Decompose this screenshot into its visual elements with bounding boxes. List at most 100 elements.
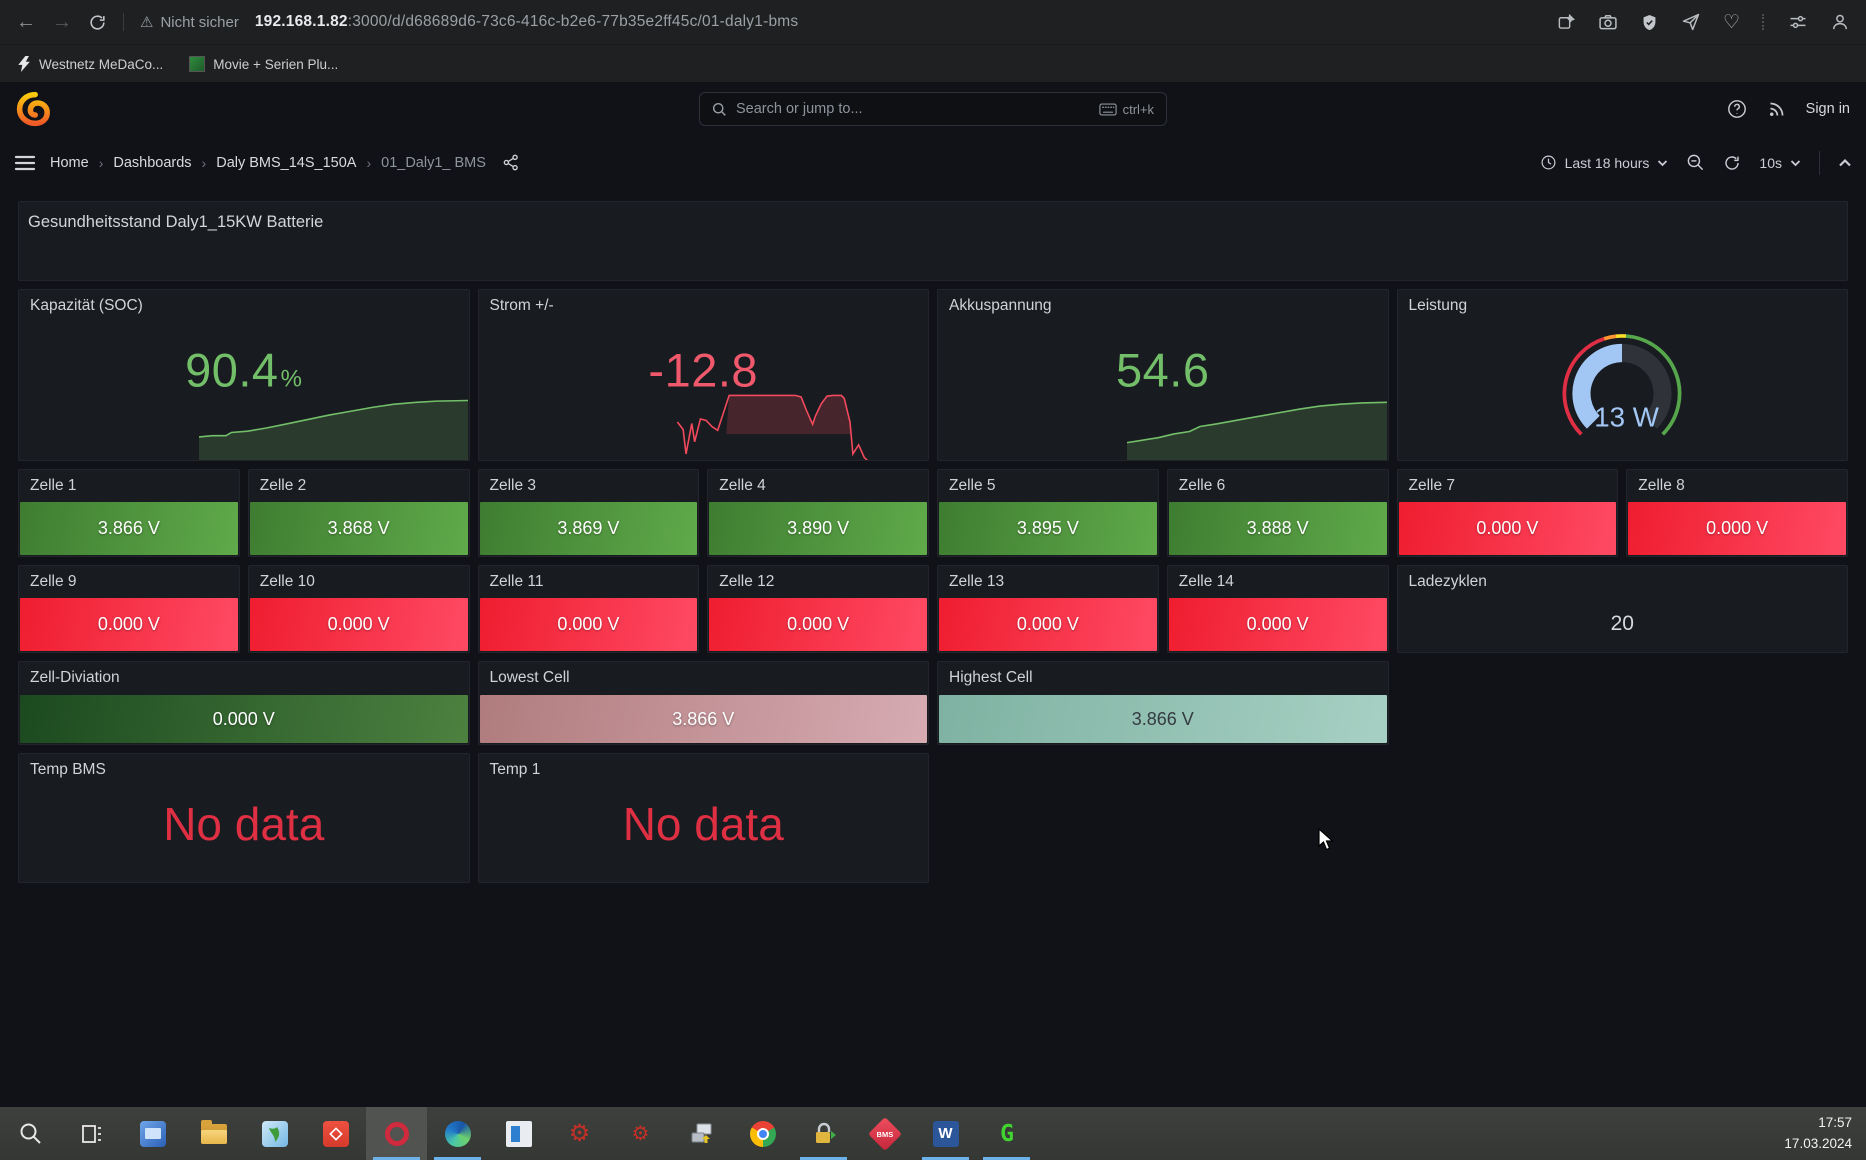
windows-taskbar: ⚙ ⚙ BMS W G 17:57 17.03.2024 bbox=[0, 1107, 1866, 1160]
panel-title[interactable]: Temp BMS bbox=[19, 754, 469, 786]
panel-title[interactable]: Zelle 5 bbox=[938, 470, 1158, 502]
browser-back-icon[interactable]: ← bbox=[16, 11, 36, 34]
share-icon[interactable] bbox=[502, 153, 521, 172]
bms-icon-label: BMS bbox=[876, 1129, 893, 1138]
taskbar-pc-transfer-icon[interactable] bbox=[671, 1107, 732, 1160]
charge-cycles-value: 20 bbox=[1398, 612, 1848, 636]
favorites-heart-icon[interactable]: ♡ bbox=[1723, 11, 1740, 34]
panel-title[interactable]: Zelle 3 bbox=[479, 470, 699, 502]
settings-sliders-icon[interactable] bbox=[1788, 12, 1808, 32]
no-data-message: No data bbox=[19, 797, 469, 851]
panel-title[interactable]: Zelle 9 bbox=[19, 566, 239, 598]
power-gauge-panel: Leistung -13 W bbox=[1397, 289, 1849, 461]
sign-in-button[interactable]: Sign in bbox=[1806, 101, 1850, 117]
panel-title[interactable]: Leistung bbox=[1398, 290, 1848, 322]
panel-title[interactable]: Zelle 8 bbox=[1627, 470, 1847, 502]
taskbar-bms-app-icon[interactable]: BMS bbox=[854, 1107, 915, 1160]
security-label: Nicht sicher bbox=[160, 14, 238, 31]
search-placeholder: Search or jump to... bbox=[736, 101, 1090, 117]
breadcrumb-dashboards[interactable]: Dashboards bbox=[113, 155, 191, 171]
cell-voltage: 3.869 V bbox=[480, 502, 698, 555]
browser-reload-icon[interactable] bbox=[88, 13, 107, 32]
help-icon[interactable] bbox=[1727, 99, 1747, 119]
refresh-interval-picker[interactable]: 10s bbox=[1759, 155, 1801, 171]
cell-voltage: 0.000 V bbox=[250, 598, 468, 651]
panel-title[interactable]: Zelle 10 bbox=[249, 566, 469, 598]
breadcrumb-separator: › bbox=[99, 155, 104, 171]
taskbar-chrome-icon[interactable] bbox=[732, 1107, 793, 1160]
mega-menu-icon[interactable] bbox=[14, 153, 36, 173]
taskbar-gear-app-icon[interactable]: ⚙ bbox=[549, 1107, 610, 1160]
panel-title[interactable]: Akkuspannung bbox=[938, 290, 1388, 322]
taskbar-opera-icon[interactable] bbox=[366, 1107, 427, 1160]
taskbar-edge-icon[interactable] bbox=[427, 1107, 488, 1160]
grafana-header: Search or jump to... ctrl+k Sign in bbox=[0, 82, 1866, 136]
voltage-sparkline bbox=[1127, 398, 1388, 460]
cell-voltage: 3.895 V bbox=[939, 502, 1157, 555]
power-value: -13 W bbox=[1585, 402, 1660, 433]
panel-title[interactable]: Temp 1 bbox=[479, 754, 929, 786]
send-share-icon[interactable] bbox=[1681, 12, 1701, 32]
panel-title[interactable]: Zelle 6 bbox=[1168, 470, 1388, 502]
breadcrumb-folder[interactable]: Daly BMS_14S_150A bbox=[216, 155, 356, 171]
browser-forward-icon[interactable]: → bbox=[52, 11, 72, 34]
collapse-up-icon[interactable] bbox=[1838, 158, 1852, 168]
breadcrumb: Home › Dashboards › Daly BMS_14S_150A › … bbox=[50, 153, 521, 172]
time-range-label: Last 18 hours bbox=[1565, 155, 1650, 171]
bookmark-movie-serien[interactable]: Movie + Serien Plu... bbox=[189, 56, 338, 72]
panel-title[interactable]: Zelle 1 bbox=[19, 470, 239, 502]
zoom-out-icon[interactable] bbox=[1686, 153, 1705, 172]
refresh-icon[interactable] bbox=[1723, 154, 1741, 172]
cell-panel-6: Zelle 6 3.888 V bbox=[1167, 469, 1389, 557]
panel-title[interactable]: Lowest Cell bbox=[479, 662, 929, 694]
panel-title[interactable]: Zelle 7 bbox=[1398, 470, 1618, 502]
taskbar-word-icon[interactable]: W bbox=[915, 1107, 976, 1160]
breadcrumb-home[interactable]: Home bbox=[50, 155, 89, 171]
profile-icon[interactable] bbox=[1830, 12, 1850, 32]
taskbar-gear-app-2-icon[interactable]: ⚙ bbox=[610, 1107, 671, 1160]
cell-voltage: 0.000 V bbox=[1169, 598, 1387, 651]
panel-title[interactable]: Zelle 13 bbox=[938, 566, 1158, 598]
taskbar-task-view-icon[interactable] bbox=[61, 1107, 122, 1160]
search-input[interactable]: Search or jump to... ctrl+k bbox=[699, 92, 1167, 126]
pin-tab-icon[interactable] bbox=[1557, 13, 1576, 32]
taskbar-search-icon[interactable] bbox=[0, 1107, 61, 1160]
divider bbox=[123, 13, 124, 31]
time-range-picker[interactable]: Last 18 hours bbox=[1540, 154, 1669, 171]
bookmark-westnetz[interactable]: Westnetz MeDaCo... bbox=[18, 56, 163, 72]
panel-title[interactable]: Zelle 2 bbox=[249, 470, 469, 502]
panel-title[interactable]: Highest Cell bbox=[938, 662, 1388, 694]
panel-title[interactable]: Zell-Diviation bbox=[19, 662, 469, 694]
text-panel: Gesundheitsstand Daly1_15KW Batterie bbox=[18, 201, 1848, 281]
taskbar-media-app-icon[interactable] bbox=[244, 1107, 305, 1160]
clock-icon bbox=[1540, 154, 1557, 171]
breadcrumb-separator: › bbox=[366, 155, 371, 171]
taskbar-lock-sync-icon[interactable] bbox=[793, 1107, 854, 1160]
panel-title[interactable]: Zelle 4 bbox=[708, 470, 928, 502]
taskbar-clock[interactable]: 17:57 17.03.2024 bbox=[1784, 1113, 1866, 1154]
cell-panel-13: Zelle 13 0.000 V bbox=[937, 565, 1159, 653]
breadcrumb-current[interactable]: 01_Daly1_ BMS bbox=[381, 155, 486, 171]
panel-title[interactable]: Zelle 14 bbox=[1168, 566, 1388, 598]
panel-title[interactable]: Zelle 12 bbox=[708, 566, 928, 598]
highest-cell-panel: Highest Cell 3.866 V bbox=[937, 661, 1389, 745]
taskbar-green-g-app-icon[interactable]: G bbox=[976, 1107, 1037, 1160]
panel-title[interactable]: Ladezyklen bbox=[1398, 566, 1848, 598]
taskbar-remote-desktop-icon[interactable] bbox=[122, 1107, 183, 1160]
dashboard-toolbar: Home › Dashboards › Daly BMS_14S_150A › … bbox=[0, 136, 1866, 190]
cell-panel-1: Zelle 1 3.866 V bbox=[18, 469, 240, 557]
grafana-logo[interactable] bbox=[16, 91, 52, 127]
taskbar-window-app-icon[interactable] bbox=[488, 1107, 549, 1160]
shield-check-icon[interactable] bbox=[1640, 13, 1659, 32]
snapshot-camera-icon[interactable] bbox=[1598, 12, 1618, 32]
dashboard-grid: Gesundheitsstand Daly1_15KW Batterie Kap… bbox=[0, 189, 1866, 1107]
panel-title[interactable]: Strom +/- bbox=[479, 290, 929, 322]
news-rss-icon[interactable] bbox=[1767, 100, 1786, 119]
panel-title[interactable]: Kapazität (SOC) bbox=[19, 290, 469, 322]
panel-title[interactable]: Zelle 11 bbox=[479, 566, 699, 598]
taskbar-diamond-app-icon[interactable] bbox=[305, 1107, 366, 1160]
taskbar-file-explorer-icon[interactable] bbox=[183, 1107, 244, 1160]
address-bar[interactable]: 192.168.1.82:3000/d/d68689d6-73c6-416c-b… bbox=[255, 13, 799, 31]
site-security[interactable]: ⚠ Nicht sicher bbox=[140, 13, 239, 31]
cell-panel-14: Zelle 14 0.000 V bbox=[1167, 565, 1389, 653]
